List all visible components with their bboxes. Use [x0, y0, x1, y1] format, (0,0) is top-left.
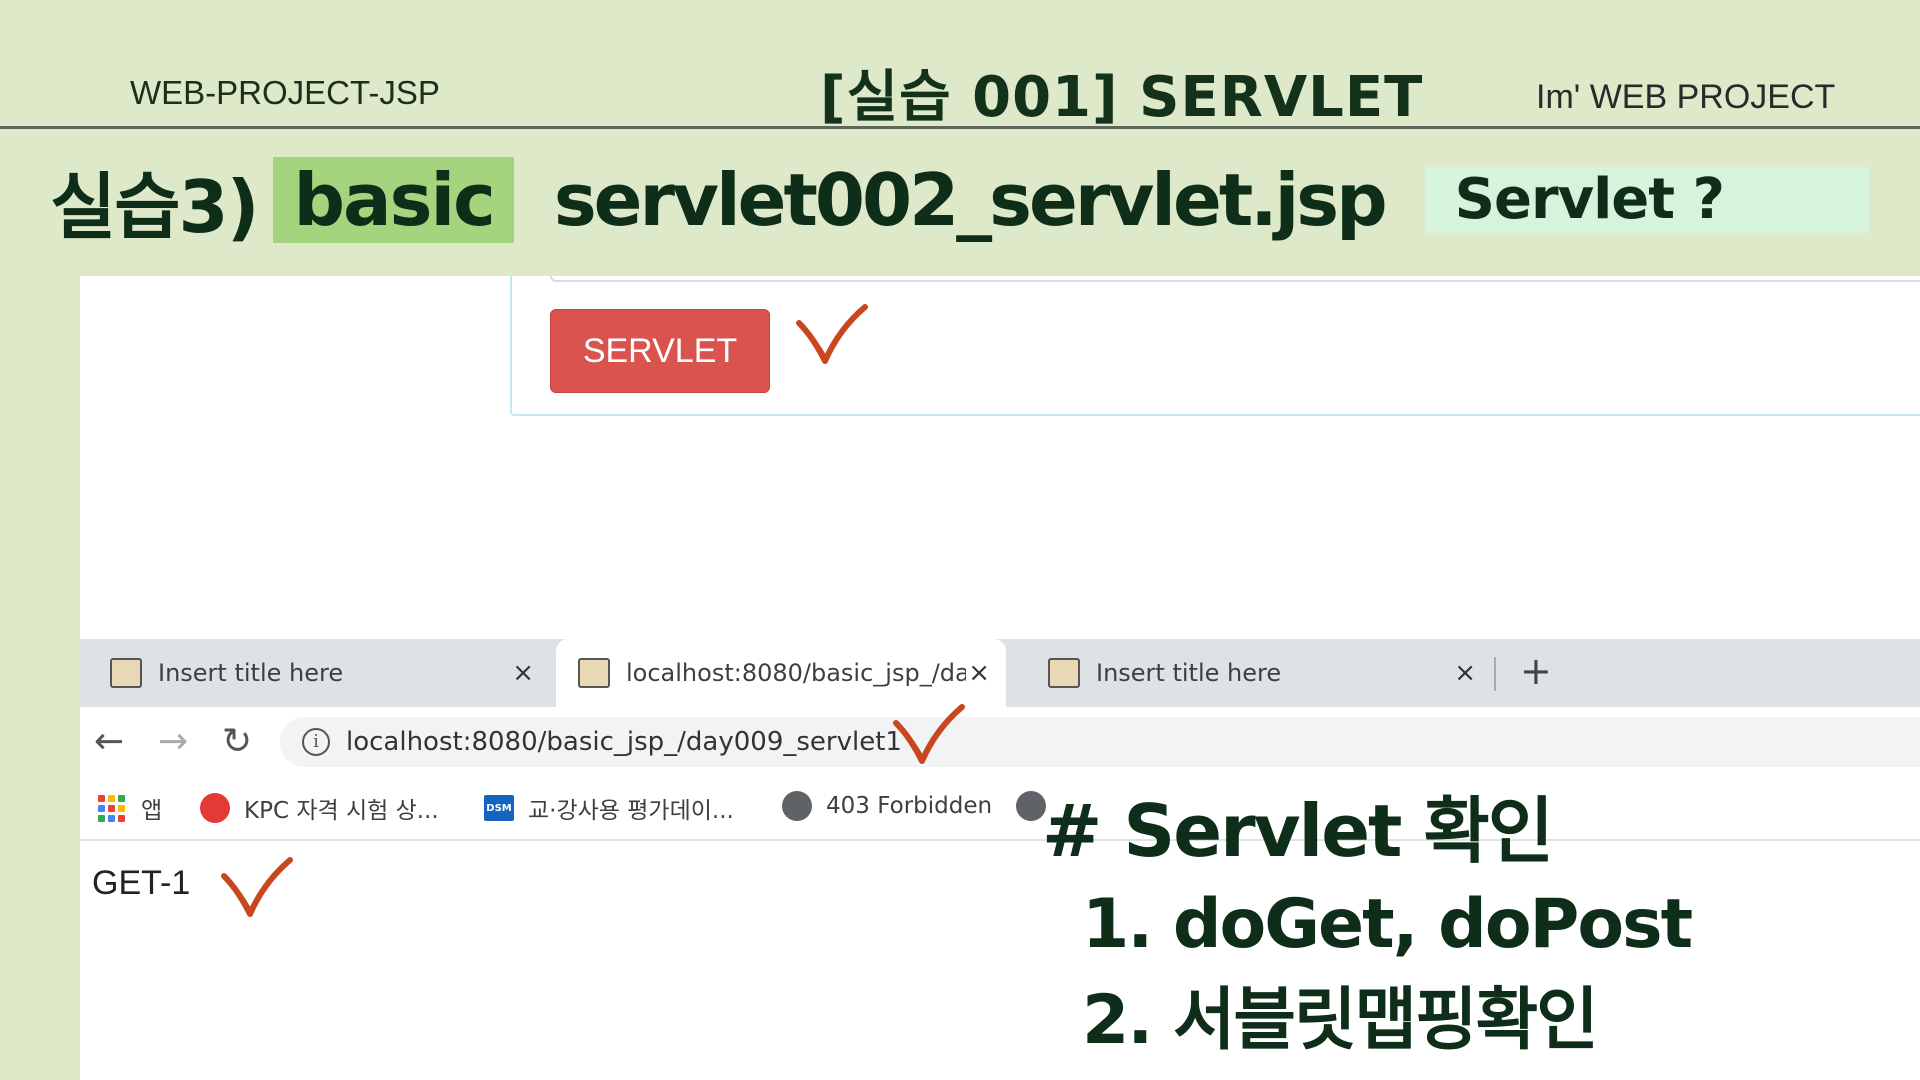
bookmark-403[interactable]: 403 Forbidden	[782, 791, 992, 821]
bookmark-label: 앱	[141, 798, 163, 824]
bookmark-label: 403 Forbidden	[826, 793, 993, 819]
check-mark-icon	[221, 857, 293, 917]
tab-title: Insert title here	[1096, 659, 1282, 687]
header-divider	[0, 126, 1920, 129]
tab-separator	[1494, 657, 1496, 691]
header-left: WEB-PROJECT-JSP	[130, 74, 440, 111]
bookmark-kpc[interactable]: KPC 자격 시험 상...	[200, 791, 439, 825]
form-input-edge	[550, 276, 1920, 282]
globe-icon	[782, 791, 812, 821]
browser-toolbar: ← → ↻ i localhost:8080/basic_jsp_/day009…	[80, 707, 1920, 777]
bookmark-label: KPC 자격 시험 상...	[244, 798, 439, 824]
bookmark-label: 교·강사용 평가데이...	[528, 798, 734, 824]
new-tab-button[interactable]: +	[1520, 649, 1552, 693]
note-title: # Servlet 확인	[1042, 789, 1554, 873]
tab-title: Insert title here	[158, 659, 344, 687]
apps-icon	[98, 794, 125, 822]
note-item: 2. 서블릿맵핑확인	[1082, 981, 1599, 1060]
address-bar[interactable]: i localhost:8080/basic_jsp_/day009_servl…	[280, 717, 1920, 767]
back-arrow-icon[interactable]: ←	[94, 721, 124, 762]
browser-tabbar: Insert title here × localhost:8080/basic…	[80, 639, 1920, 707]
check-mark-icon	[893, 704, 965, 764]
tomcat-favicon-icon	[578, 658, 610, 688]
page-output-text: GET-1	[92, 864, 191, 902]
note-item: 1. doGet, doPost	[1082, 885, 1693, 964]
tab-insert-title-1[interactable]: Insert title here ×	[80, 639, 550, 707]
forward-arrow-icon[interactable]: →	[158, 721, 188, 762]
title-row: 실습3) basic servlet002_servlet.jsp Servle…	[50, 150, 1869, 250]
title-basic-tag: basic	[273, 157, 514, 243]
check-mark-icon	[796, 304, 868, 364]
tab-title: localhost:8080/basic_jsp_/day00	[626, 659, 966, 687]
title-filename: servlet002_servlet.jsp	[553, 158, 1388, 242]
bookmark-dsm[interactable]: DSM 교·강사용 평가데이...	[484, 791, 734, 825]
header-title: [실습 001] SERVLET	[820, 65, 1424, 130]
tomcat-favicon-icon	[1048, 658, 1080, 688]
servlet-button[interactable]: SERVLET	[550, 309, 770, 393]
site-info-icon[interactable]: i	[302, 728, 330, 756]
tomcat-favicon-icon	[110, 658, 142, 688]
title-prefix: 실습3)	[50, 164, 259, 249]
servlet-check-note: # Servlet 확인 1. doGet, doPost 2. 서블릿맵핑확인	[1042, 772, 1693, 1069]
tab-close-icon[interactable]: ×	[512, 658, 534, 688]
tab-localhost-active[interactable]: localhost:8080/basic_jsp_/day00 ×	[556, 639, 1006, 707]
reload-icon[interactable]: ↻	[222, 721, 252, 762]
header-right: Im' WEB PROJECT	[1536, 78, 1836, 116]
dsm-icon: DSM	[484, 795, 514, 821]
tab-close-icon[interactable]: ×	[968, 658, 990, 688]
kpc-icon	[200, 793, 230, 823]
title-question: Servlet ?	[1424, 167, 1869, 233]
tab-close-icon[interactable]: ×	[1454, 658, 1476, 688]
address-url[interactable]: localhost:8080/basic_jsp_/day009_servlet…	[346, 727, 902, 757]
tab-insert-title-2[interactable]: Insert title here ×	[1026, 639, 1492, 707]
bookmark-apps[interactable]: 앱	[98, 791, 162, 825]
